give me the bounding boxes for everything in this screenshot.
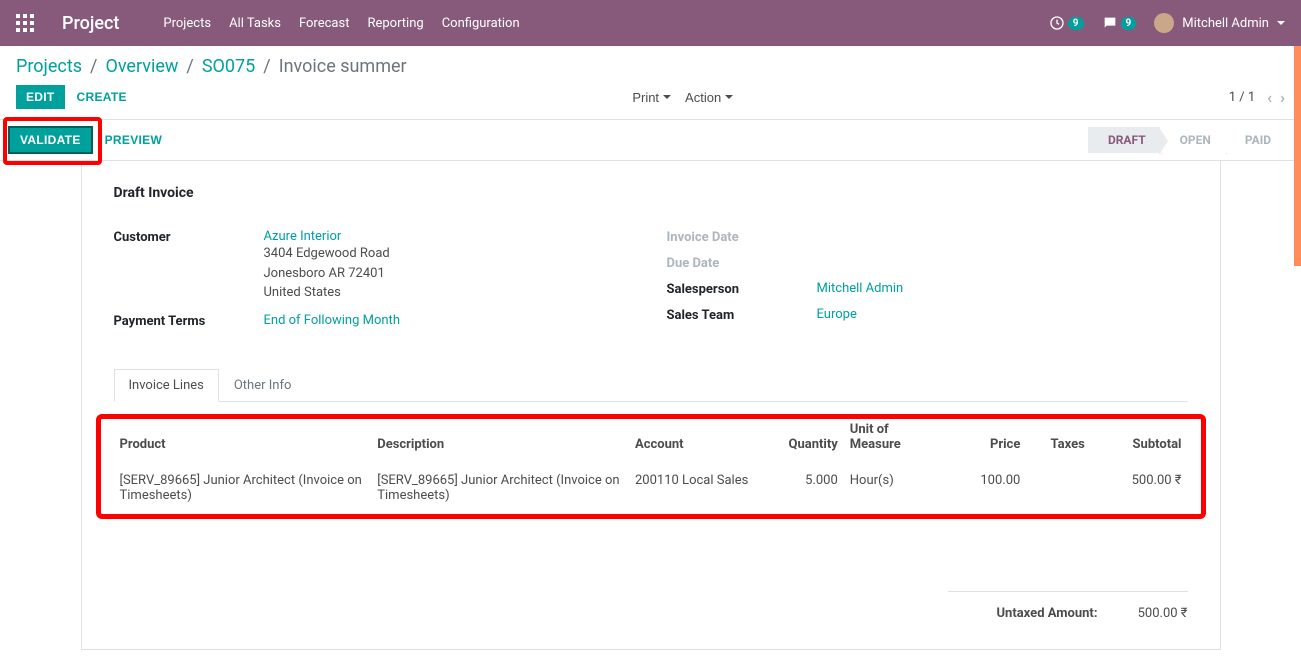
nav-right: 9 9 Mitchell Admin xyxy=(1049,13,1285,33)
label-due-date: Due Date xyxy=(667,255,817,271)
breadcrumb-sep: / xyxy=(186,56,193,77)
th-subtotal: Subtotal xyxy=(1091,416,1188,465)
apps-icon[interactable] xyxy=(16,14,34,32)
avatar xyxy=(1154,13,1174,33)
validate-button[interactable]: VALIDATE xyxy=(8,126,93,154)
cell-product: [SERV_89665] Junior Architect (Invoice o… xyxy=(114,464,372,511)
nav-all-tasks[interactable]: All Tasks xyxy=(229,16,281,31)
user-name: Mitchell Admin xyxy=(1182,16,1269,31)
table-header-row: Product Description Account Quantity Uni… xyxy=(114,416,1188,465)
cell-account: 200110 Local Sales xyxy=(629,464,758,511)
th-quantity: Quantity xyxy=(758,416,844,465)
caret-down-icon xyxy=(1277,21,1285,25)
create-button[interactable]: CREATE xyxy=(67,85,137,109)
th-taxes: Taxes xyxy=(1026,416,1090,465)
pager-count: 1 / 1 xyxy=(1229,90,1255,105)
label-customer: Customer xyxy=(114,229,264,245)
payment-terms-link[interactable]: End of Following Month xyxy=(264,313,400,328)
form-sheet: Draft Invoice Customer Azure Interior 34… xyxy=(81,161,1221,650)
cell-price: 100.00 xyxy=(940,464,1026,511)
cell-uom: Hour(s) xyxy=(844,464,941,511)
table-row[interactable]: [SERV_89665] Junior Architect (Invoice o… xyxy=(114,464,1188,511)
cell-subtotal: 500.00 ₹ xyxy=(1091,464,1188,511)
app-brand[interactable]: Project xyxy=(62,13,119,34)
cell-quantity: 5.000 xyxy=(758,464,844,511)
customer-link[interactable]: Azure Interior xyxy=(264,229,342,244)
activity-icon[interactable]: 9 xyxy=(1049,15,1084,31)
page-title: Draft Invoice xyxy=(114,185,1188,201)
user-menu[interactable]: Mitchell Admin xyxy=(1154,13,1285,33)
totals: Untaxed Amount: 500.00 ₹ xyxy=(114,591,1188,625)
pager-next[interactable]: › xyxy=(1280,88,1285,107)
untaxed-label: Untaxed Amount: xyxy=(948,606,1098,621)
nav-configuration[interactable]: Configuration xyxy=(442,16,520,31)
nav-reporting[interactable]: Reporting xyxy=(367,16,423,31)
breadcrumb-projects[interactable]: Projects xyxy=(16,56,82,77)
tab-invoice-lines[interactable]: Invoice Lines xyxy=(114,369,219,402)
control-panel: Projects / Overview / SO075 / Invoice su… xyxy=(0,46,1301,109)
th-description: Description xyxy=(371,416,629,465)
breadcrumb-sep: / xyxy=(90,56,97,77)
action-dropdown[interactable]: Action xyxy=(685,90,733,105)
breadcrumb-sep: / xyxy=(263,56,270,77)
label-payment-terms: Payment Terms xyxy=(114,313,264,329)
edit-button[interactable]: EDIT xyxy=(16,85,65,109)
print-dropdown[interactable]: Print xyxy=(632,90,671,105)
status-open[interactable]: OPEN xyxy=(1160,127,1225,153)
cell-taxes xyxy=(1026,464,1090,511)
th-uom: Unit of Measure xyxy=(844,416,941,465)
messages-badge: 9 xyxy=(1121,17,1137,30)
breadcrumb-overview[interactable]: Overview xyxy=(105,56,178,77)
tabs: Invoice Lines Other Info xyxy=(114,369,1188,402)
preview-button[interactable]: PREVIEW xyxy=(95,128,172,152)
nav-menu: Projects All Tasks Forecast Reporting Co… xyxy=(163,16,1048,31)
status-paid[interactable]: PAID xyxy=(1225,127,1285,153)
caret-down-icon xyxy=(725,95,733,99)
th-account: Account xyxy=(629,416,758,465)
status-steps: DRAFT OPEN PAID xyxy=(1088,127,1285,153)
customer-addr-2: Jonesboro AR 72401 xyxy=(264,264,635,284)
th-product: Product xyxy=(114,416,372,465)
nav-projects[interactable]: Projects xyxy=(163,16,211,31)
nav-forecast[interactable]: Forecast xyxy=(299,16,349,31)
scrollbar-accent xyxy=(1294,46,1301,266)
th-price: Price xyxy=(940,416,1026,465)
breadcrumb-so075[interactable]: SO075 xyxy=(202,56,255,77)
customer-addr-1: 3404 Edgewood Road xyxy=(264,244,635,264)
customer-addr-3: United States xyxy=(264,283,635,303)
breadcrumb-current: Invoice summer xyxy=(279,56,407,77)
tab-other-info[interactable]: Other Info xyxy=(219,369,307,401)
salesperson-link[interactable]: Mitchell Admin xyxy=(817,281,904,296)
pager-prev[interactable]: ‹ xyxy=(1267,88,1272,107)
status-bar: VALIDATE PREVIEW DRAFT OPEN PAID xyxy=(0,119,1301,161)
untaxed-value: 500.00 ₹ xyxy=(1098,606,1188,621)
breadcrumb: Projects / Overview / SO075 / Invoice su… xyxy=(16,56,1285,77)
status-draft[interactable]: DRAFT xyxy=(1088,127,1160,153)
top-navbar: Project Projects All Tasks Forecast Repo… xyxy=(0,0,1301,46)
label-salesperson: Salesperson xyxy=(667,281,817,297)
label-invoice-date: Invoice Date xyxy=(667,229,817,245)
caret-down-icon xyxy=(663,95,671,99)
sales-team-link[interactable]: Europe xyxy=(817,307,857,322)
label-sales-team: Sales Team xyxy=(667,307,817,323)
cell-description: [SERV_89665] Junior Architect (Invoice o… xyxy=(371,464,629,511)
invoice-lines-table: Product Description Account Quantity Uni… xyxy=(114,416,1188,511)
activity-badge: 9 xyxy=(1068,17,1084,30)
messages-icon[interactable]: 9 xyxy=(1102,15,1137,31)
